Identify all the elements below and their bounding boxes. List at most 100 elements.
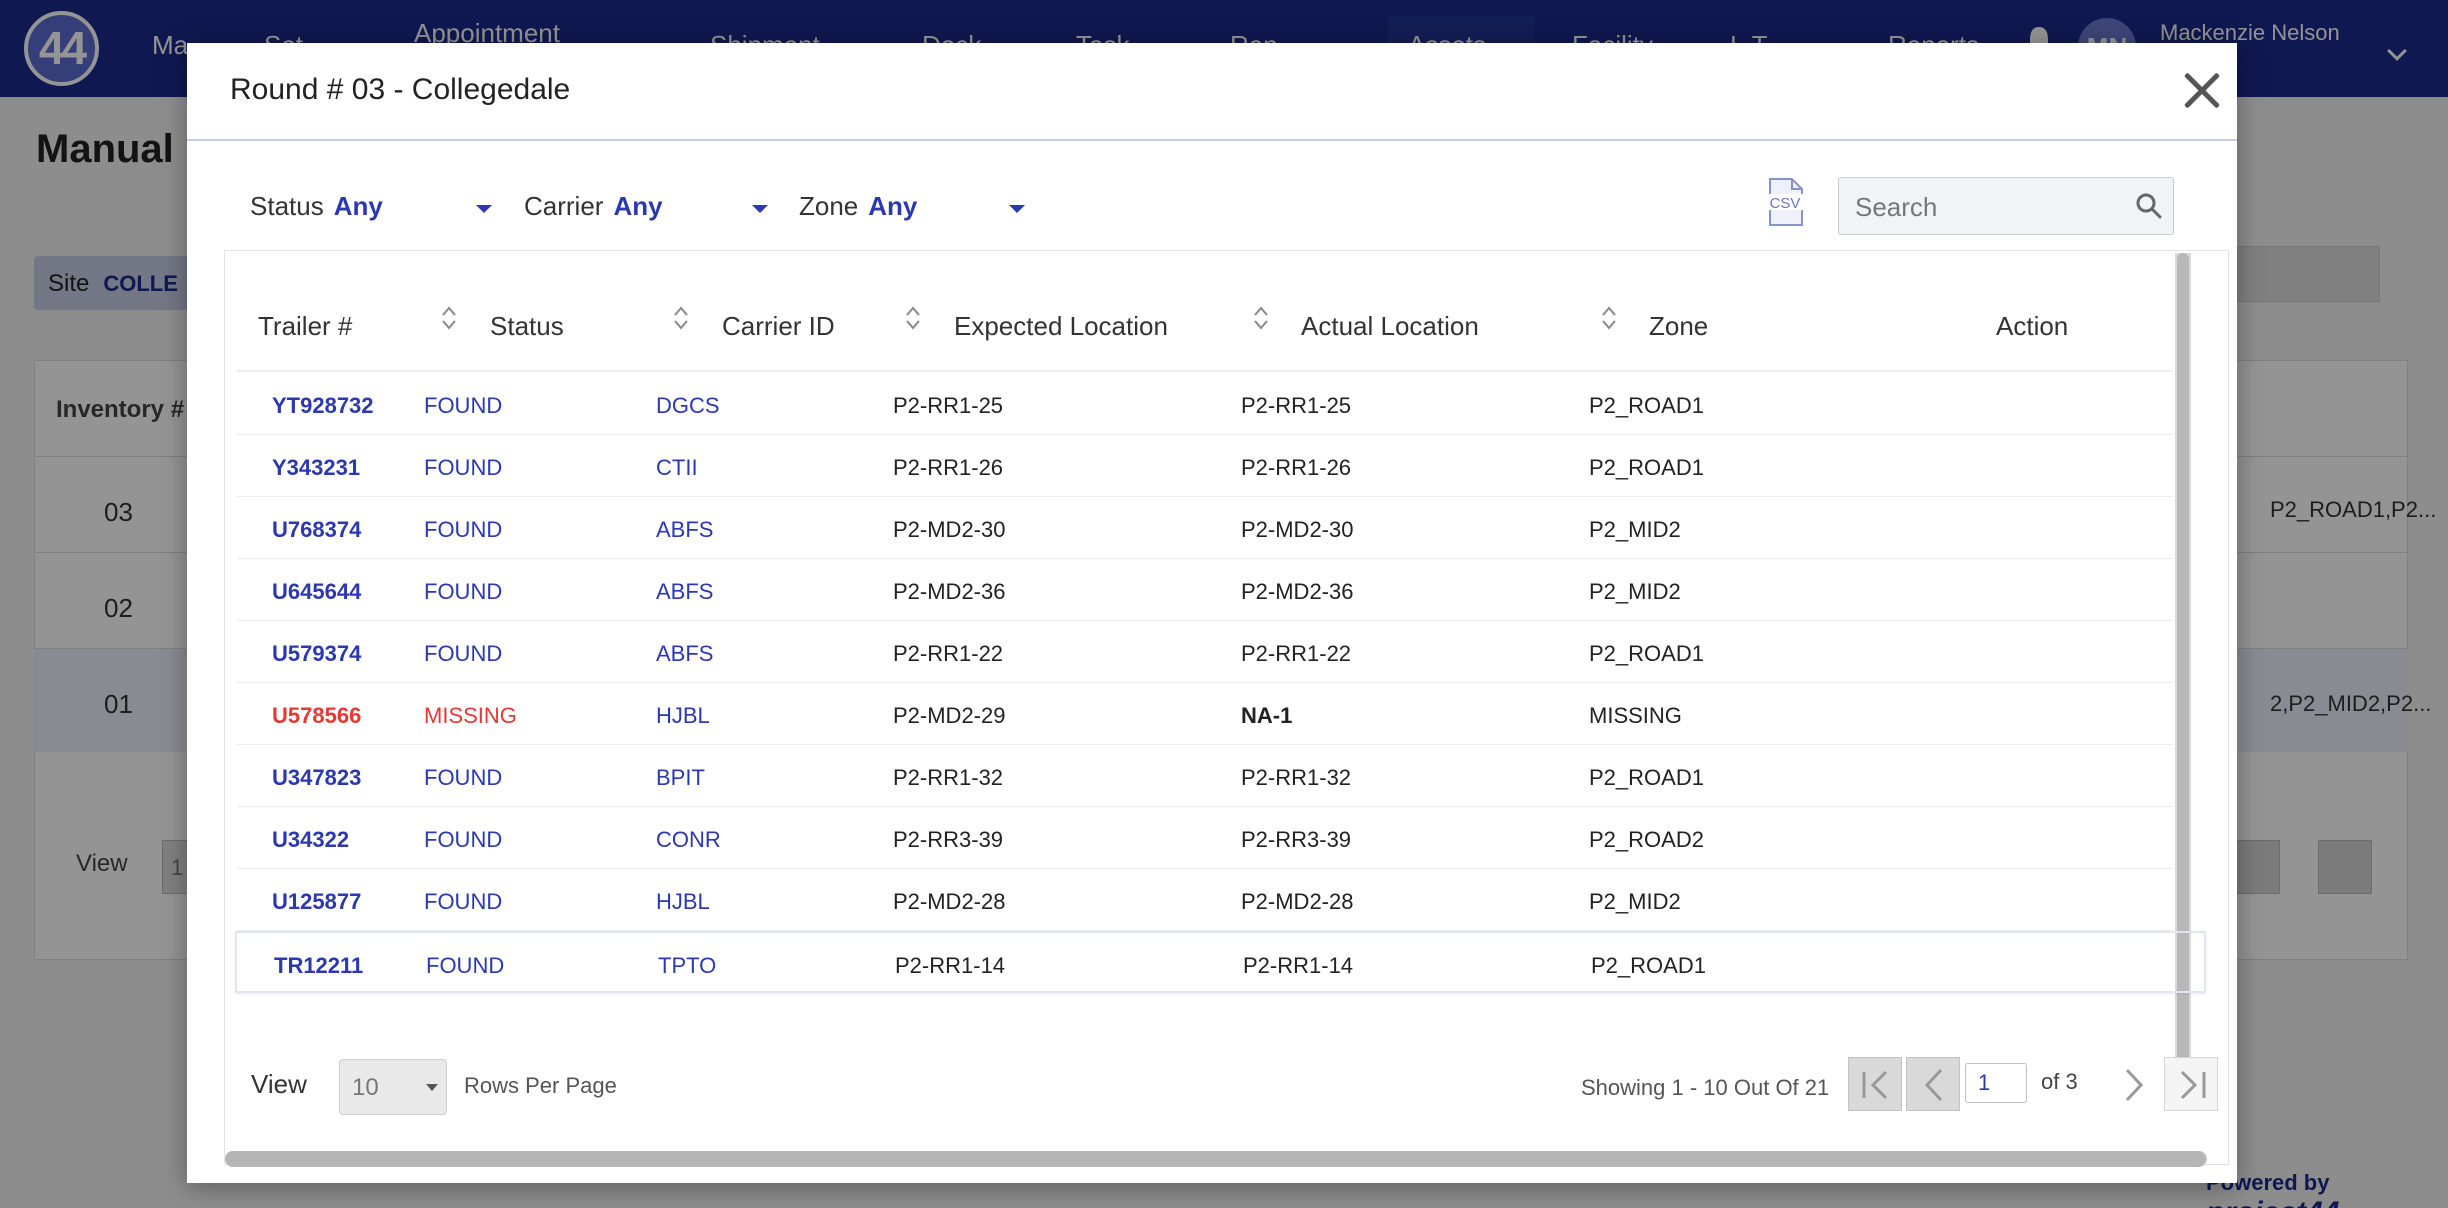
expected-location-cell: P2-MD2-29 <box>893 703 1006 728</box>
trailer-link[interactable]: YT928732 <box>272 393 374 419</box>
carrier-cell: BPIT <box>656 765 705 790</box>
expected-location-cell: P2-RR3-39 <box>893 827 1004 852</box>
trailer-link[interactable]: Y343231 <box>272 455 360 481</box>
trailer-link[interactable]: U645644 <box>272 579 361 605</box>
modal-header: Round # 03 - Collegedale <box>187 43 2237 141</box>
zone-cell: P2_MID2 <box>1589 889 1681 914</box>
status-filter-label: Status <box>250 191 324 221</box>
status-cell: FOUND <box>424 889 503 914</box>
status-cell: FOUND <box>424 393 503 418</box>
zone-filter-label: Zone <box>799 191 859 221</box>
zone-filter-value: Any <box>868 191 918 221</box>
next-page-button[interactable] <box>2106 1057 2160 1111</box>
round-details-modal: Round # 03 - Collegedale Status Any Carri… <box>187 43 2237 1183</box>
sort-icon[interactable] <box>905 305 921 331</box>
close-icon[interactable] <box>2177 67 2225 115</box>
zone-cell: P2_ROAD1 <box>1589 393 1704 418</box>
table-row[interactable]: U768374 FOUND ABFS P2-MD2-30 P2-MD2-30 P… <box>237 497 2173 559</box>
carrier-cell: DGCS <box>656 393 720 418</box>
trailer-link[interactable]: U347823 <box>272 765 361 791</box>
page-total: of 3 <box>2041 1069 2078 1094</box>
column-header-carrier-id[interactable]: Carrier ID <box>722 311 835 342</box>
table-row[interactable]: U347823 FOUND BPIT P2-RR1-32 P2-RR1-32 P… <box>237 745 2173 807</box>
actual-location-cell: P2-RR1-26 <box>1241 455 1352 480</box>
table-row[interactable]: U579374 FOUND ABFS P2-RR1-22 P2-RR1-22 P… <box>237 621 2173 683</box>
zone-cell: P2_ROAD1 <box>1589 765 1704 790</box>
showing-count: Showing 1 - 10 Out Of 21 <box>1581 1075 1830 1100</box>
table-row[interactable]: U125877 FOUND HJBL P2-MD2-28 P2-MD2-28 P… <box>237 869 2173 931</box>
zone-cell: P2_MID2 <box>1589 517 1681 542</box>
expected-location-cell: P2-MD2-30 <box>893 517 1006 542</box>
column-header-action: Action <box>1996 311 2069 341</box>
expected-location-cell: P2-RR1-26 <box>893 455 1004 480</box>
trailer-link[interactable]: U579374 <box>272 641 361 667</box>
last-page-button[interactable] <box>2164 1057 2218 1111</box>
status-cell: FOUND <box>424 579 503 604</box>
modal-title: Round # 03 - Collegedale <box>230 73 571 106</box>
column-header-expected-location[interactable]: Expected Location <box>954 311 1168 342</box>
csv-export-icon[interactable]: CSV <box>1764 177 1806 227</box>
carrier-cell: ABFS <box>656 641 714 666</box>
status-cell: FOUND <box>426 953 505 978</box>
actual-location-cell: P2-RR1-32 <box>1241 765 1352 790</box>
search-icon[interactable] <box>2135 192 2163 220</box>
carrier-cell: ABFS <box>656 579 714 604</box>
column-header-actual-location[interactable]: Actual Location <box>1301 311 1479 342</box>
table-row[interactable]: U578566 MISSING HJBL P2-MD2-29 NA-1 MISS… <box>237 683 2173 745</box>
page-number-input[interactable] <box>1965 1063 2027 1103</box>
table-row[interactable]: YT928732 FOUND DGCS P2-RR1-25 P2-RR1-25 … <box>237 373 2173 435</box>
caret-down-icon <box>476 205 492 213</box>
status-filter[interactable]: Status Any <box>250 191 492 231</box>
actual-location-cell: NA-1 <box>1241 703 1293 728</box>
sort-icon[interactable] <box>1601 305 1617 331</box>
expected-location-cell: P2-RR1-14 <box>895 953 1006 978</box>
expected-location-cell: P2-RR1-22 <box>893 641 1004 666</box>
carrier-filter-value: Any <box>613 191 663 221</box>
first-page-button[interactable] <box>1848 1057 1902 1111</box>
csv-label: CSV <box>1770 195 1801 212</box>
carrier-cell: HJBL <box>656 703 710 728</box>
carrier-cell: ABFS <box>656 517 714 542</box>
view-label: View <box>251 1069 307 1099</box>
rows-per-page-value: 10 <box>352 1074 379 1101</box>
expected-location-cell: P2-MD2-28 <box>893 889 1006 914</box>
sort-icon[interactable] <box>673 305 689 331</box>
actual-location-cell: P2-RR1-25 <box>1241 393 1352 418</box>
expected-location-cell: P2-RR1-32 <box>893 765 1004 790</box>
sort-icon[interactable] <box>1253 305 1269 331</box>
carrier-filter[interactable]: Carrier Any <box>524 191 768 231</box>
trailer-link[interactable]: U768374 <box>272 517 361 543</box>
zone-cell: P2_ROAD1 <box>1589 641 1704 666</box>
status-cell: FOUND <box>424 517 503 542</box>
header-divider <box>237 370 2173 372</box>
trailer-link[interactable]: U125877 <box>272 889 361 915</box>
trailer-link[interactable]: U578566 <box>272 703 361 729</box>
table-row[interactable]: Y343231 FOUND CTII P2-RR1-26 P2-RR1-26 P… <box>237 435 2173 497</box>
rows-per-page-select[interactable]: 10 <box>339 1059 447 1115</box>
table-row[interactable]: U645644 FOUND ABFS P2-MD2-36 P2-MD2-36 P… <box>237 559 2173 621</box>
column-header-zone[interactable]: Zone <box>1649 311 1708 342</box>
zone-cell: P2_ROAD2 <box>1589 827 1704 852</box>
status-filter-value: Any <box>333 191 383 221</box>
horizontal-scrollbar[interactable] <box>225 1151 2207 1167</box>
zone-cell: P2_MID2 <box>1589 579 1681 604</box>
status-cell: FOUND <box>424 641 503 666</box>
horizontal-scrollbar-thumb[interactable] <box>225 1151 2205 1167</box>
search-input[interactable] <box>1855 190 2115 224</box>
actual-location-cell: P2-RR3-39 <box>1241 827 1352 852</box>
actual-location-cell: P2-RR1-14 <box>1243 953 1354 978</box>
zone-filter[interactable]: Zone Any <box>799 191 1025 231</box>
column-header-status[interactable]: Status <box>490 311 564 342</box>
table-row[interactable]: TR12211 FOUND TPTO P2-RR1-14 P2-RR1-14 P… <box>235 931 2206 993</box>
status-cell: MISSING <box>424 703 517 728</box>
trailer-link[interactable]: U34322 <box>272 827 349 853</box>
status-cell: FOUND <box>424 765 503 790</box>
chevron-right-icon <box>2125 1068 2144 1102</box>
sort-icon[interactable] <box>441 305 457 331</box>
column-header-trailer[interactable]: Trailer # <box>258 311 352 342</box>
table-row[interactable]: U34322 FOUND CONR P2-RR3-39 P2-RR3-39 P2… <box>237 807 2173 869</box>
search-box <box>1838 177 2174 235</box>
trailer-link[interactable]: TR12211 <box>274 953 363 979</box>
previous-page-button[interactable] <box>1906 1057 1960 1111</box>
carrier-cell: HJBL <box>656 889 710 914</box>
